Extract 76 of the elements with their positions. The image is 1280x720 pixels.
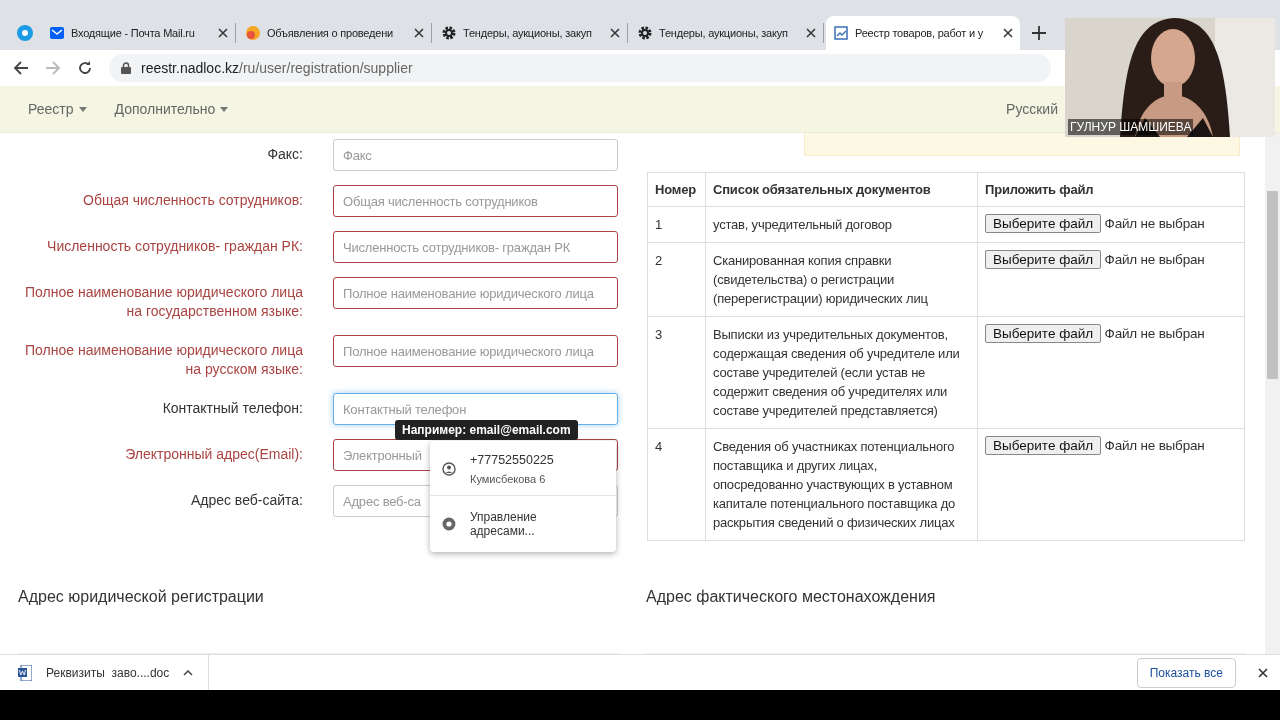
show-all-button[interactable]: Показать все	[1136, 657, 1236, 688]
table-cell: Сканированная копия справки (свидетельства) о регистрации (перерегистрации) юридических лиц	[705, 242, 978, 317]
field-label: Полное наименование юридического лица на русском языке:	[24, 341, 303, 379]
field-label: Электронный адрес(Email):	[124, 445, 303, 464]
table-cell: Выписки из учредительных документов, содержащая сведения об учредителе или составе учредителей (если устав не содержит сведения об учредителях или составе учредителей представляется)	[705, 316, 978, 429]
scrollbar[interactable]	[1265, 133, 1280, 654]
file-status: Файл не выбран	[1104, 326, 1205, 341]
language-menu[interactable]: Русский	[1006, 101, 1058, 117]
browser-tab[interactable]: Входящие - Почта Mail.ru	[42, 23, 236, 43]
manage-addresses-label: Управление адресами...	[469, 510, 538, 538]
field-label: Численность сотрудников- граждан РК:	[46, 237, 303, 256]
tab-title: Объявления о проведени	[267, 27, 394, 39]
download-filename: Реквизиты заво....doc	[46, 665, 170, 680]
input-field[interactable]: Полное наименование юридического лица	[333, 335, 618, 367]
field-label: Контактный телефон:	[161, 399, 303, 418]
column-header: Приложить файл	[977, 172, 1245, 207]
browser-tab[interactable]: Объявления о проведени	[238, 23, 432, 43]
column-header: Номер	[647, 172, 706, 207]
close-icon[interactable]	[1003, 28, 1013, 38]
caret-icon[interactable]	[183, 669, 194, 676]
close-icon[interactable]	[806, 28, 816, 38]
envelope-icon	[49, 25, 65, 41]
menu-item[interactable]: Дополнительно	[114, 101, 229, 117]
close-icon[interactable]	[1258, 667, 1268, 678]
column-header: Список обязательных документов	[705, 172, 978, 207]
caret-icon	[78, 106, 87, 112]
choose-file-button[interactable]: Выберите файл	[985, 436, 1102, 455]
participant-name: ГУЛНУР ШАМШИЕВА	[1068, 119, 1194, 135]
back-icon[interactable]	[13, 60, 29, 76]
field-label: Общая численность сотрудников:	[82, 191, 303, 210]
reload-icon[interactable]	[77, 60, 93, 76]
browser-tab[interactable]: Тендеры, аукционы, закуп	[630, 23, 824, 43]
site-icon	[17, 25, 33, 41]
table-cell: 2	[647, 242, 706, 317]
gear-icon	[637, 25, 653, 41]
close-icon[interactable]	[414, 28, 424, 38]
table-cell: устав, учредительный договор	[705, 206, 978, 243]
input-field[interactable]: Общая численность сотрудников	[333, 185, 618, 217]
table-cell: 1	[647, 206, 706, 243]
input-field[interactable]: Численность сотрудников- граждан РК	[333, 231, 618, 263]
field-label: Полное наименование юридического лица на государственном языке:	[24, 283, 303, 321]
address-field[interactable]: reestr.nadloc.kz/ru/user/registration/supplier	[109, 54, 1051, 82]
table-cell: 3	[647, 316, 706, 429]
table-cell: Сведения об участниках потенциального поставщика и других лицах, опосредованно участвующих в уставном капитале потенциального поставщика до раскрытия сведений о физических лицах	[705, 428, 978, 541]
person-icon	[442, 462, 456, 476]
gear-icon	[441, 25, 457, 41]
choose-file-button[interactable]: Выберите файл	[985, 214, 1102, 233]
tab-title: Реестр товаров, работ и у	[855, 27, 985, 39]
menu-item[interactable]: Реестр	[28, 101, 87, 117]
file-status: Файл не выбран	[1104, 438, 1205, 453]
input-field[interactable]: Полное наименование юридического лица	[333, 277, 618, 309]
file-status: Файл не выбран	[1104, 252, 1205, 267]
field-label: Адрес веб-сайта:	[189, 491, 303, 510]
choose-file-button[interactable]: Выберите файл	[985, 250, 1102, 269]
input-field[interactable]: Контактный телефон	[333, 393, 618, 425]
tab-title: Тендеры, аукционы, закуп	[659, 27, 789, 39]
choose-file-button[interactable]: Выберите файл	[985, 324, 1102, 343]
document-icon	[833, 25, 849, 41]
browser-tab[interactable]: Тендеры, аукционы, закуп	[434, 23, 628, 43]
tooltip: Например: email@email.com	[395, 420, 578, 440]
caret-icon	[220, 106, 229, 112]
field-label: Факс:	[266, 145, 303, 164]
file-status: Файл не выбран	[1104, 216, 1205, 231]
new-tab-icon[interactable]	[1032, 26, 1046, 40]
close-icon[interactable]	[610, 28, 620, 38]
close-icon[interactable]	[218, 28, 228, 38]
suggestion-address: Кумисбекова 6	[470, 473, 547, 485]
tab-title: Тендеры, аукционы, закуп	[463, 27, 593, 39]
manage-addresses-item[interactable]: Управление адресами...	[430, 496, 616, 552]
table-cell: 4	[647, 428, 706, 541]
browser-tab[interactable]: Реестр товаров, работ и у	[826, 16, 1020, 50]
word-document-icon	[18, 664, 32, 681]
lock-icon	[121, 62, 131, 74]
sun-icon	[245, 25, 261, 41]
suggestion-phone: +77752550225	[470, 453, 554, 467]
tab-title: Входящие - Почта Mail.ru	[71, 27, 196, 39]
